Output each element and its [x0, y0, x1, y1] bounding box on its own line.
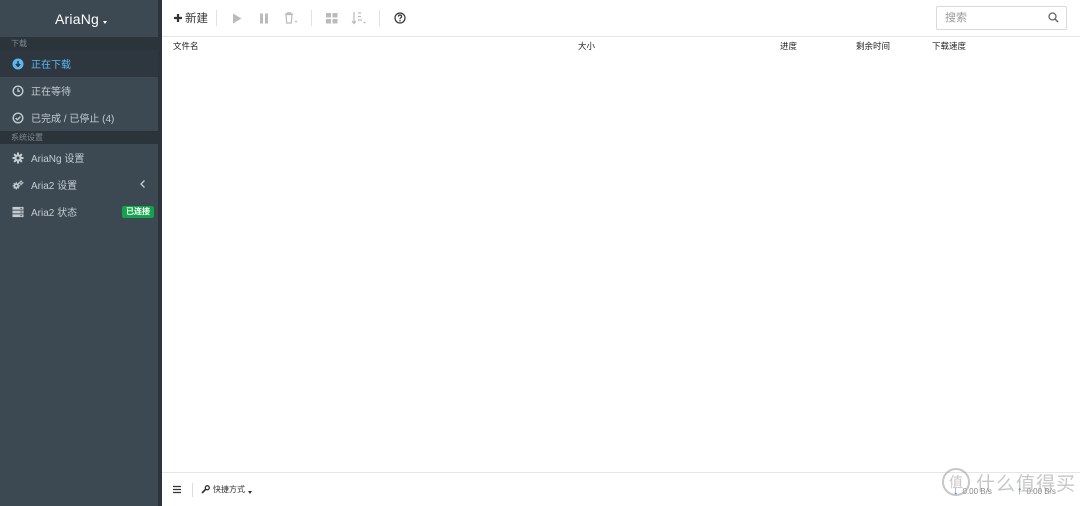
sidebar-item-label: 正在下载 [31, 60, 71, 71]
hamburger-menu-icon[interactable] [172, 484, 184, 496]
trash-icon[interactable] [282, 9, 300, 27]
clock-icon [12, 84, 24, 97]
column-header-filename[interactable]: 文件名 [173, 40, 199, 52]
watermark: 值 什么值得买 [941, 468, 1076, 496]
sidebar-item-downloading[interactable]: 正在下载 [0, 50, 158, 77]
sidebar-item-waiting[interactable]: 正在等待 [0, 77, 158, 104]
search-box [936, 6, 1067, 30]
section-header-settings: 系统设置 [0, 131, 158, 144]
sort-icon[interactable] [350, 9, 368, 27]
play-icon[interactable] [228, 9, 246, 27]
sidebar-item-aria2-status[interactable]: Aria2 状态 已连接 [0, 198, 158, 225]
task-table-header: 文件名 大小 进度 剩余时间 下载速度 [162, 37, 1080, 54]
download-circle-icon [12, 58, 24, 70]
column-header-progress[interactable]: 进度 [780, 40, 797, 52]
toolbar-divider [311, 10, 312, 26]
watermark-logo: 值 [941, 468, 970, 496]
brand[interactable]: AriaNg [0, 0, 162, 37]
server-icon [12, 206, 24, 218]
sidebar-item-label: 已完成 / 已停止 (4) [31, 114, 115, 125]
pause-icon[interactable] [255, 9, 273, 27]
sidebar: AriaNg 下载 正在下载 正在等待 已完成 / 已停止 (4) 系统设置 A… [0, 0, 162, 506]
shortcut-menu[interactable]: 快捷方式 [201, 484, 252, 495]
help-icon[interactable] [391, 9, 409, 27]
sidebar-item-label: Aria2 状态 [31, 208, 78, 219]
wrench-icon [201, 485, 210, 494]
gear-icon [12, 152, 24, 164]
gears-icon [12, 179, 24, 191]
check-circle-icon [12, 111, 24, 124]
sidebar-item-ariang-settings[interactable]: AriaNg 设置 [0, 144, 158, 171]
toolbar: 新建 [162, 0, 1080, 37]
caret-down-icon [248, 491, 252, 494]
shortcut-label: 快捷方式 [213, 485, 245, 494]
new-task-button[interactable]: 新建 [173, 8, 208, 28]
sidebar-divider [158, 0, 162, 506]
sidebar-item-label: 正在等待 [31, 87, 71, 98]
sidebar-item-label: Aria2 设置 [31, 181, 78, 192]
column-header-size[interactable]: 大小 [578, 40, 595, 52]
column-header-remaining-time[interactable]: 剩余时间 [856, 40, 890, 52]
plus-icon [173, 13, 183, 23]
toolbar-divider [379, 10, 380, 26]
sidebar-item-stopped[interactable]: 已完成 / 已停止 (4) [0, 104, 158, 131]
watermark-text: 什么值得买 [975, 472, 1076, 495]
footer-divider [192, 482, 193, 497]
brand-title: AriaNg [55, 10, 99, 27]
new-task-label: 新建 [185, 13, 208, 25]
sidebar-item-aria2-settings[interactable]: Aria2 设置 [0, 171, 158, 198]
grid-view-icon[interactable] [323, 9, 341, 27]
sidebar-item-label: AriaNg 设置 [31, 154, 85, 165]
search-input[interactable] [937, 7, 1037, 29]
search-icon[interactable] [1048, 12, 1059, 26]
section-header-download: 下载 [0, 37, 158, 50]
connection-status-badge: 已连接 [122, 206, 154, 218]
toolbar-divider [216, 10, 217, 26]
chevron-left-icon[interactable] [138, 179, 148, 189]
brand-caret-icon [103, 21, 107, 24]
column-header-download-speed[interactable]: 下载速度 [932, 40, 966, 52]
